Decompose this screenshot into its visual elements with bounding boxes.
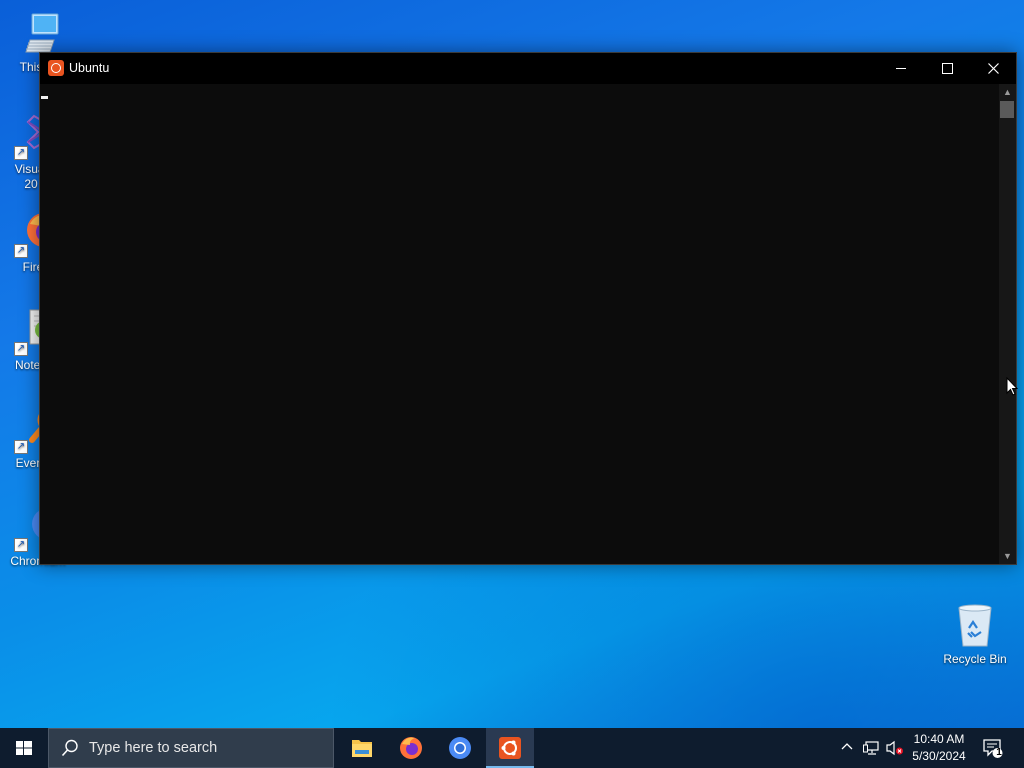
clock-time: 10:40 AM (913, 732, 965, 746)
taskbar-clock[interactable]: 10:40 AM 5/30/2024 (904, 731, 974, 765)
windows-logo-icon (16, 741, 32, 755)
volume-muted-icon[interactable] (886, 740, 904, 756)
close-button[interactable] (970, 53, 1016, 84)
minimize-icon (896, 68, 906, 69)
window-titlebar[interactable]: Ubuntu (40, 53, 1016, 84)
taskbar-app-ubuntu[interactable] (486, 728, 534, 768)
text-cursor (41, 96, 48, 99)
scroll-up-arrow-icon[interactable]: ▲ (999, 84, 1016, 100)
window-title: Ubuntu (69, 61, 110, 75)
action-center-button[interactable]: 1 (982, 737, 1004, 759)
taskbar-app-firefox[interactable] (387, 728, 435, 768)
chevron-up-icon[interactable] (840, 740, 854, 754)
computer-icon (14, 10, 62, 58)
ubuntu-terminal-window[interactable]: Ubuntu ▲ ▼ (39, 52, 1017, 565)
minimize-button[interactable] (878, 53, 924, 84)
close-icon (988, 63, 999, 74)
ubuntu-icon (48, 60, 64, 76)
chromium-icon (449, 737, 471, 759)
folder-icon (352, 740, 372, 757)
shortcut-arrow-icon: ↗ (14, 244, 28, 258)
mouse-pointer-icon (1006, 377, 1018, 396)
notification-count-badge: 1 (996, 747, 1002, 758)
clock-date: 5/30/2024 (912, 749, 966, 763)
shortcut-arrow-icon: ↗ (14, 146, 28, 160)
maximize-button[interactable] (924, 53, 970, 84)
firefox-icon (400, 737, 422, 759)
taskbar-search-box[interactable]: Type here to search (48, 728, 334, 768)
shortcut-arrow-icon: ↗ (14, 342, 28, 356)
taskbar: Type here to search 10:40 AM 5/30/2024 1 (0, 728, 1024, 768)
desktop-icon-label: Recycle Bin (943, 652, 1007, 666)
scrollbar-thumb[interactable] (1000, 101, 1014, 118)
search-icon (61, 739, 78, 757)
taskbar-app-chromium[interactable] (436, 728, 484, 768)
shortcut-arrow-icon: ↗ (14, 538, 28, 552)
shortcut-arrow-icon: ↗ (14, 440, 28, 454)
vertical-scrollbar[interactable]: ▲ ▼ (999, 84, 1016, 564)
desktop: This ↗ Visual 20 ↗ Fire ↗ Notep ↗ Every … (0, 0, 1024, 768)
search-placeholder: Type here to search (89, 740, 218, 756)
maximize-icon (942, 63, 953, 74)
scroll-down-arrow-icon[interactable]: ▼ (999, 548, 1016, 564)
desktop-icon-recycle-bin[interactable]: Recycle Bin (937, 602, 1013, 666)
taskbar-app-file-explorer[interactable] (338, 728, 386, 768)
start-button[interactable] (0, 728, 48, 768)
ubuntu-icon (499, 737, 521, 759)
terminal-output-area[interactable] (40, 84, 999, 564)
recycle-bin-icon (951, 602, 999, 650)
network-icon[interactable] (863, 740, 881, 756)
